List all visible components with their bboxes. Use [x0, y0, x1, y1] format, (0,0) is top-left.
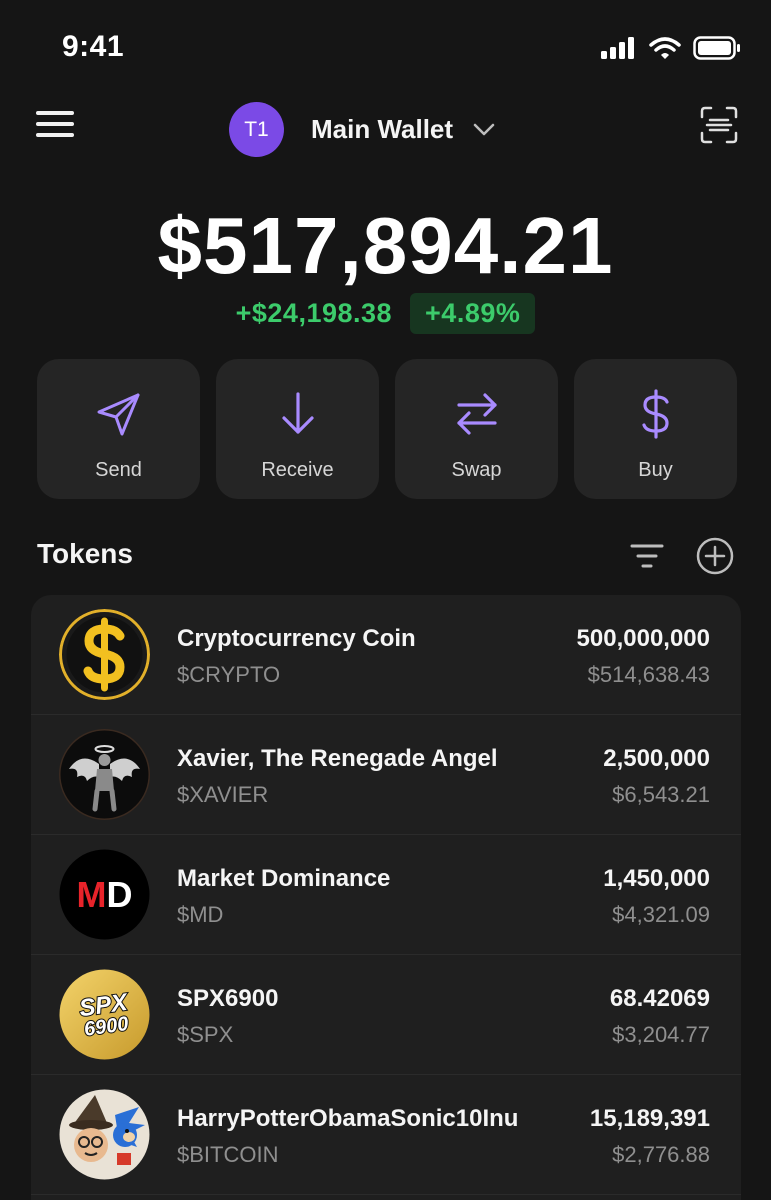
- token-amount: 1,450,000: [603, 865, 710, 892]
- cellular-signal-icon: [601, 37, 634, 59]
- xavier-angel-logo-icon: [59, 729, 150, 820]
- harrypotter-obama-sonic-logo-icon: [59, 1089, 150, 1180]
- swap-icon: [452, 389, 502, 439]
- crypto-coin-logo-icon: [59, 609, 150, 700]
- header: T1 Main Wallet: [0, 95, 771, 159]
- token-value: $4,321.09: [612, 902, 710, 927]
- send-button[interactable]: Send: [37, 359, 200, 499]
- total-balance: $517,894.21: [157, 201, 614, 290]
- wifi-icon: [649, 37, 681, 59]
- scan-icon[interactable]: [699, 105, 739, 145]
- token-symbol: $XAVIER: [177, 782, 269, 807]
- token-symbol: $MD: [177, 902, 224, 927]
- token-name: Market Dominance: [177, 865, 391, 892]
- token-symbol: $BITCOIN: [177, 1142, 279, 1167]
- token-value: $2,776.88: [612, 1142, 710, 1167]
- send-label: Send: [95, 459, 142, 481]
- token-row-crypto[interactable]: Cryptocurrency Coin $CRYPTO 500,000,000 …: [31, 595, 741, 715]
- wallet-selector[interactable]: T1 Main Wallet: [229, 102, 495, 157]
- receive-button[interactable]: Receive: [216, 359, 379, 499]
- balance-change: +$24,198.38 +4.89%: [0, 293, 771, 334]
- token-name: HarryPotterObamaSonic10Inu: [177, 1105, 519, 1132]
- tokens-heading: Tokens: [37, 538, 133, 569]
- token-amount: 15,189,391: [589, 1105, 710, 1132]
- token-amount: 500,000,000: [576, 625, 710, 652]
- status-icons: [601, 36, 741, 60]
- wallet-avatar: T1: [229, 102, 284, 157]
- token-name: Xavier, The Renegade Angel: [177, 745, 498, 772]
- arrow-down-icon: [273, 389, 323, 439]
- swap-label: Swap: [451, 459, 502, 481]
- token-row-xavier[interactable]: Xavier, The Renegade Angel $XAVIER 2,500…: [31, 715, 741, 835]
- battery-icon: [693, 36, 740, 60]
- receive-label: Receive: [261, 459, 334, 481]
- change-percent-badge: +4.89%: [410, 293, 536, 334]
- market-dominance-logo-icon: MD: [59, 849, 150, 940]
- token-symbol: $SPX: [177, 1022, 234, 1047]
- token-row-md[interactable]: MD Market Dominance $MD 1,450,000 $4,321…: [31, 835, 741, 955]
- token-value: $3,204.77: [612, 1022, 710, 1047]
- token-list: Cryptocurrency Coin $CRYPTO 500,000,000 …: [31, 595, 741, 1200]
- wallet-name: Main Wallet: [311, 114, 454, 144]
- swap-button[interactable]: Swap: [395, 359, 558, 499]
- status-bar: 9:41: [0, 0, 771, 95]
- token-symbol: $CRYPTO: [177, 662, 281, 687]
- token-name: Cryptocurrency Coin: [177, 625, 416, 652]
- add-token-icon[interactable]: [696, 537, 734, 575]
- token-name: SPX6900: [177, 985, 279, 1012]
- filter-icon[interactable]: [630, 541, 664, 571]
- buy-button[interactable]: Buy: [574, 359, 737, 499]
- change-amount: +$24,198.38: [235, 298, 393, 328]
- md-logo-text: MD: [77, 874, 133, 915]
- buy-label: Buy: [638, 459, 673, 481]
- action-buttons: Send Receive Swap Buy: [37, 359, 737, 499]
- send-icon: [94, 389, 144, 439]
- spx6900-logo-icon: SPX 6900: [59, 969, 150, 1060]
- wallet-screen: 9:41 T1 Main Wallet $517,894.21 +$24,198…: [0, 0, 771, 1200]
- token-value: $514,638.43: [587, 662, 710, 687]
- chevron-down-icon: [473, 123, 495, 137]
- token-row-bitcoin[interactable]: HarryPotterObamaSonic10Inu $BITCOIN 15,1…: [31, 1075, 741, 1195]
- token-amount: 68.42069: [609, 985, 710, 1012]
- dollar-icon: [631, 389, 681, 439]
- token-amount: 2,500,000: [603, 745, 710, 772]
- status-time: 9:41: [62, 30, 125, 63]
- token-value: $6,543.21: [612, 782, 710, 807]
- token-row-spx[interactable]: SPX 6900 SPX6900 $SPX 68.42069 $3,204.77: [31, 955, 741, 1075]
- hamburger-menu-icon[interactable]: [36, 107, 74, 141]
